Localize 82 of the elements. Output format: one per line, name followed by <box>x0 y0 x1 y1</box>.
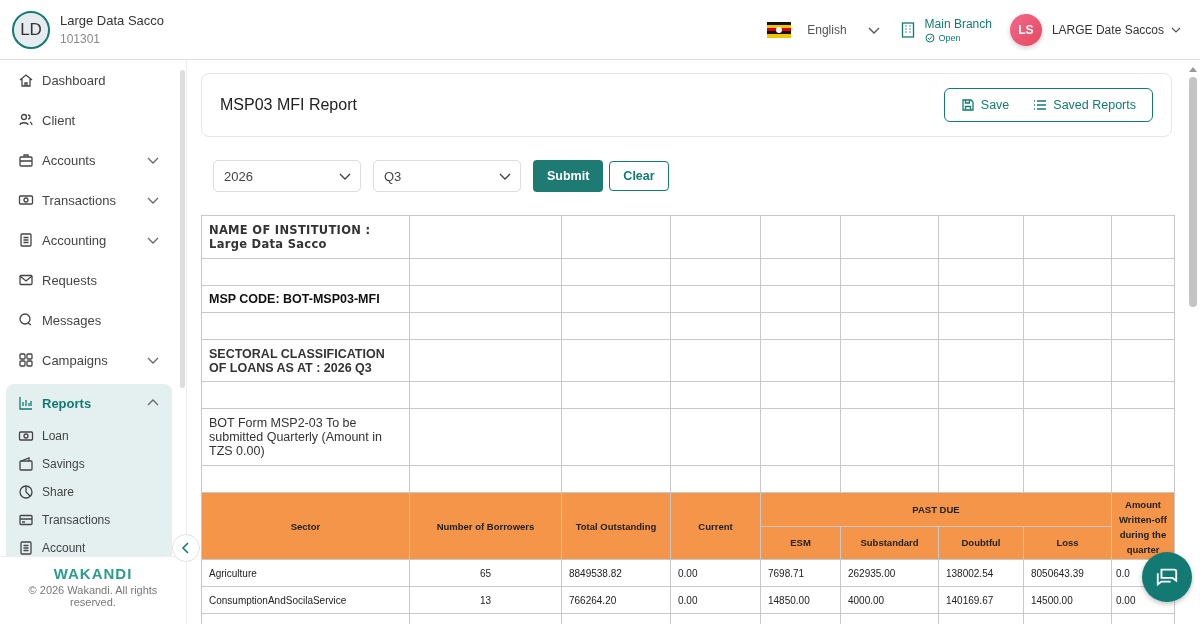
group-header: PAST DUE <box>760 492 1112 526</box>
nav-item[interactable]: Dashboard <box>6 60 172 100</box>
column-header: Sector <box>201 492 410 560</box>
wallet-icon <box>18 456 34 472</box>
table-cell: 262935.00 <box>840 559 939 587</box>
nav-item[interactable]: Reports <box>6 384 172 422</box>
table-cell: 138002.54 <box>938 559 1024 587</box>
save-button[interactable]: Save <box>952 98 1018 112</box>
nav-item[interactable]: Accounts <box>6 140 172 180</box>
nav-item[interactable]: Requests <box>6 260 172 300</box>
pie-chart-icon <box>18 484 34 500</box>
organization-name: Large Data Sacco <box>60 13 165 28</box>
report-info-cell: NAME OF INSTITUTION : Large Data Sacco <box>201 215 410 259</box>
nav-item[interactable]: Messages <box>6 300 172 340</box>
table-cell: 766264.20 <box>561 586 671 614</box>
column-header: Substandard <box>840 526 939 560</box>
table-cell: 8849538.82 <box>561 559 671 587</box>
nav-subitem[interactable]: Share <box>6 478 172 506</box>
people-icon <box>18 112 34 128</box>
language-select[interactable]: English <box>801 22 891 37</box>
brand-logo: WAKANDI <box>53 565 133 582</box>
grid-icon <box>18 352 34 368</box>
nav-item[interactable]: Transactions <box>6 180 172 220</box>
collapse-sidebar-button[interactable] <box>172 534 200 562</box>
table-cell: 0.00 <box>670 559 761 587</box>
building-icon <box>900 21 915 38</box>
table-cell: 14500.00 <box>1023 586 1112 614</box>
organization-code: 101301 <box>60 32 102 46</box>
chat-icon <box>18 312 34 328</box>
table-cell: 140169.67 <box>938 586 1024 614</box>
nav-item[interactable]: Campaigns <box>6 340 172 380</box>
table-cell: 65 <box>409 559 562 587</box>
organization-avatar: LD <box>12 10 50 49</box>
clear-button[interactable]: Clear <box>609 161 669 191</box>
saved-reports-button[interactable]: Saved Reports <box>1025 98 1144 112</box>
column-header: Doubtful <box>938 526 1024 560</box>
flag-icon <box>767 21 792 38</box>
column-header: Loss <box>1023 526 1112 560</box>
branch-status: Open <box>938 32 961 43</box>
banknote-icon <box>18 428 34 444</box>
chevron-left-icon <box>181 542 191 554</box>
document-icon <box>18 540 34 556</box>
scroll-up-icon[interactable] <box>1188 65 1198 73</box>
submit-button[interactable]: Submit <box>533 160 604 192</box>
table-cell: ConsumptionAndSocilaService <box>201 586 410 614</box>
report-info-cell: BOT Form MSP2-03 To be submitted Quarterly (Amount in TZS 0.00) <box>201 408 410 466</box>
column-header: Total Outstanding <box>561 492 671 560</box>
report-info-cell: SECTORAL CLASSIFICATION OF LOANS AS AT : 2026 Q3 <box>201 339 410 382</box>
envelope-icon <box>18 272 34 288</box>
document-icon <box>18 232 34 248</box>
quarter-select[interactable]: Q3 <box>373 160 521 192</box>
column-header: Amount Written-off during the quarter <box>1118 498 1168 557</box>
table-cell: 8050643.39 <box>1023 559 1112 587</box>
page-title: MSP03 MFI Report <box>220 96 357 114</box>
check-circle-icon <box>924 32 935 43</box>
list-icon <box>1033 98 1048 112</box>
branch-name[interactable]: Main Branch <box>924 16 992 31</box>
nav-subitem[interactable]: Loan <box>6 422 172 450</box>
nav-subitem[interactable]: Account <box>6 534 172 556</box>
bar-chart-icon <box>18 395 34 411</box>
table-cell: 0.00 <box>670 586 761 614</box>
briefcase-icon <box>18 152 34 168</box>
table-cell: 4000.00 <box>840 586 939 614</box>
column-header: ESM <box>760 526 841 560</box>
nav-item[interactable]: Client <box>6 100 172 140</box>
card-icon <box>18 512 34 528</box>
banknote-icon <box>18 192 34 208</box>
nav-item[interactable]: Accounting <box>6 220 172 260</box>
report-info-cell: MSP CODE: BOT-MSP03-MFI <box>201 285 410 313</box>
scrollbar-thumb[interactable] <box>1189 77 1197 307</box>
table-cell: 14850.00 <box>760 586 841 614</box>
user-menu[interactable]: LARGE Date Saccos <box>1051 22 1182 37</box>
copyright-text: © 2026 Wakandi. All rights reserved. <box>27 584 159 608</box>
year-select[interactable]: 2026 <box>213 160 361 192</box>
table-cell: Agriculture <box>201 559 410 587</box>
column-header: Number of Borrowers <box>409 492 562 560</box>
column-header: Current <box>670 492 761 560</box>
nav-subitem[interactable]: Transactions <box>6 506 172 534</box>
table-cell: 13 <box>409 586 562 614</box>
nav-subitem[interactable]: Savings <box>6 450 172 478</box>
table-cell: 7698.71 <box>760 559 841 587</box>
home-icon <box>18 72 34 88</box>
